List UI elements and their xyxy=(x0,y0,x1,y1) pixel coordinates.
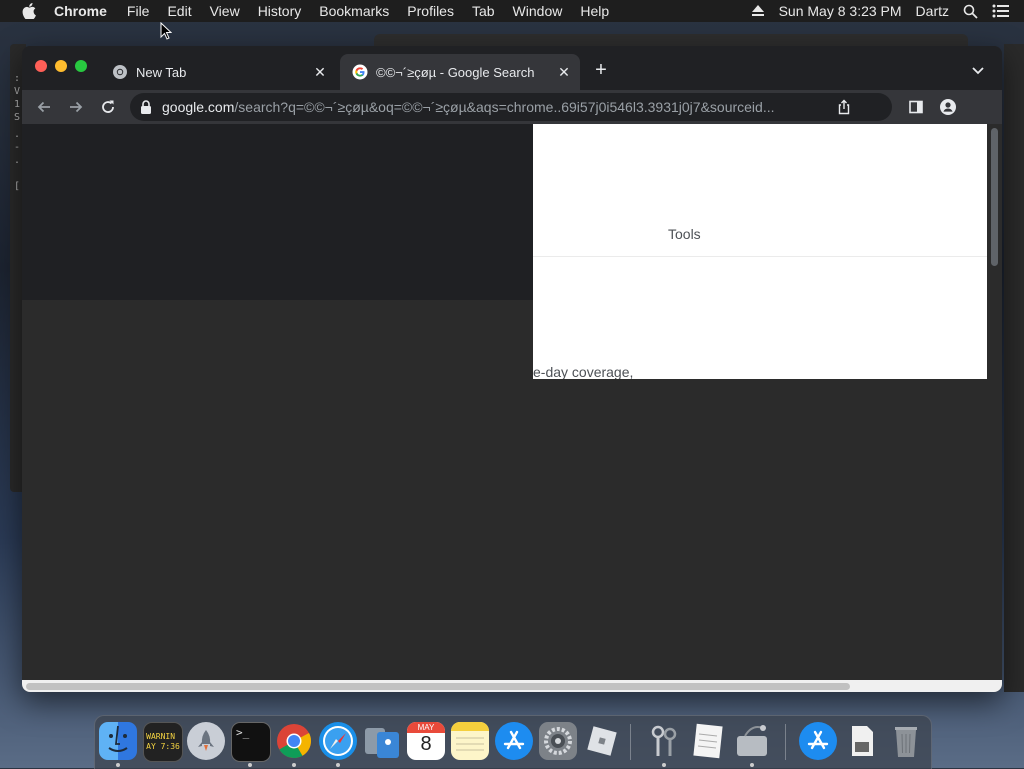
control-center-icon[interactable] xyxy=(992,4,1010,18)
tab-strip: New Tab ✕ ©©¬´≥çøµ - Google Search ✕ + xyxy=(22,46,1002,90)
address-bar[interactable]: google.com/search?q=©©¬´≥çøµ&oq=©©¬´≥çøµ… xyxy=(130,93,892,121)
calendar-month: MAY xyxy=(407,722,445,733)
terminal-line: 1 xyxy=(14,99,21,110)
app-store-downloads-icon[interactable] xyxy=(799,722,837,760)
notes-icon[interactable] xyxy=(451,722,489,760)
tab-search-chevron-icon[interactable] xyxy=(970,62,986,78)
menu-help[interactable]: Help xyxy=(580,3,609,19)
chrome-window: New Tab ✕ ©©¬´≥çøµ - Google Search ✕ + g… xyxy=(22,46,1002,692)
google-favicon-icon xyxy=(352,64,368,80)
forward-arrow-icon[interactable] xyxy=(66,97,86,117)
page-content: Tools e-day coverage, xyxy=(22,124,1002,692)
lock-icon[interactable] xyxy=(140,100,154,114)
unrendered-page-region xyxy=(22,124,533,300)
new-tab-button[interactable]: + xyxy=(590,60,612,80)
finder-icon[interactable] xyxy=(99,722,137,760)
app-store-icon[interactable] xyxy=(495,722,533,760)
terminal-line: - xyxy=(14,142,21,153)
horizontal-scrollbar-thumb[interactable] xyxy=(26,683,850,690)
chrome-favicon-icon xyxy=(112,64,128,80)
system-preferences-icon[interactable] xyxy=(539,722,577,760)
share-icon[interactable] xyxy=(836,99,852,115)
running-indicator xyxy=(292,763,296,767)
terminal-line: : xyxy=(14,73,21,84)
search-results-panel: Tools e-day coverage, xyxy=(533,124,987,379)
window-close-button[interactable] xyxy=(35,60,47,72)
calendar-day: 8 xyxy=(420,733,432,755)
tab-new-tab[interactable]: New Tab ✕ xyxy=(100,54,336,90)
launchpad-icon[interactable] xyxy=(187,722,225,760)
menu-window[interactable]: Window xyxy=(513,3,563,19)
dock: WARNIN AY 7:36 >_ MAY 8 xyxy=(94,715,932,769)
tab-label: New Tab xyxy=(136,64,187,80)
tab-close-icon[interactable]: ✕ xyxy=(556,64,572,80)
window-minimize-button[interactable] xyxy=(55,60,67,72)
migration-icon[interactable] xyxy=(363,722,401,760)
url-text[interactable]: google.com/search?q=©©¬´≥çøµ&oq=©©¬´≥çøµ… xyxy=(162,99,822,115)
window-maximize-button[interactable] xyxy=(75,60,87,72)
tab-label: ©©¬´≥çøµ - Google Search xyxy=(376,64,535,80)
url-host: google.com xyxy=(162,99,235,115)
menubar-clock[interactable]: Sun May 8 3:23 PM xyxy=(779,3,902,19)
tools-button[interactable]: Tools xyxy=(668,226,701,242)
menu-app-name[interactable]: Chrome xyxy=(54,3,107,19)
reload-icon[interactable] xyxy=(98,97,118,117)
safari-icon[interactable] xyxy=(319,722,357,760)
spotlight-search-icon[interactable] xyxy=(963,4,978,19)
terminal-line: V xyxy=(14,86,21,97)
console-icon[interactable]: WARNIN AY 7:36 xyxy=(143,722,183,762)
console-icon-text: WARNIN AY 7:36 xyxy=(146,732,180,751)
tab-close-icon[interactable]: ✕ xyxy=(312,64,328,80)
back-arrow-icon[interactable] xyxy=(34,97,54,117)
terminal-icon[interactable]: >_ xyxy=(231,722,271,762)
terminal-line: . xyxy=(14,155,21,166)
background-window-edge[interactable] xyxy=(1004,44,1024,692)
running-indicator xyxy=(248,763,252,767)
dock-separator xyxy=(785,724,786,760)
dock-separator xyxy=(630,724,631,760)
terminal-line: [ xyxy=(14,181,21,192)
menu-bookmarks[interactable]: Bookmarks xyxy=(319,3,389,19)
tab-google-search[interactable]: ©©¬´≥çøµ - Google Search ✕ xyxy=(340,54,580,90)
menu-history[interactable]: History xyxy=(258,3,302,19)
running-indicator xyxy=(750,763,754,767)
menu-tab[interactable]: Tab xyxy=(472,3,495,19)
roblox-icon[interactable] xyxy=(583,722,621,760)
mouse-cursor-icon xyxy=(160,22,172,40)
running-indicator xyxy=(116,763,120,767)
chrome-icon[interactable] xyxy=(275,722,313,760)
trash-icon[interactable] xyxy=(887,722,925,760)
side-panel-icon[interactable] xyxy=(908,99,924,115)
apple-menu-icon[interactable] xyxy=(20,3,38,19)
menu-file[interactable]: File xyxy=(127,3,150,19)
running-indicator xyxy=(336,763,340,767)
keychain-icon[interactable] xyxy=(645,722,683,760)
menu-edit[interactable]: Edit xyxy=(167,3,191,19)
disk-utility-icon[interactable] xyxy=(733,722,771,760)
menu-view[interactable]: View xyxy=(210,3,240,19)
calendar-icon[interactable]: MAY 8 xyxy=(407,722,445,760)
terminal-prompt-glyph: >_ xyxy=(236,726,250,739)
running-indicator xyxy=(662,763,666,767)
menubar-user[interactable]: Dartz xyxy=(916,3,949,19)
vertical-scrollbar-thumb[interactable] xyxy=(991,128,998,266)
file-icon[interactable] xyxy=(843,722,881,760)
eject-icon[interactable] xyxy=(751,5,765,17)
browser-toolbar: google.com/search?q=©©¬´≥çøµ&oq=©©¬´≥çøµ… xyxy=(22,90,1002,124)
menu-profiles[interactable]: Profiles xyxy=(407,3,454,19)
results-divider xyxy=(533,256,987,257)
profile-avatar-icon[interactable] xyxy=(940,99,956,115)
url-path: /search?q=©©¬´≥çøµ&oq=©©¬´≥çøµ&aqs=chrom… xyxy=(234,99,775,115)
terminal-line: S xyxy=(14,112,21,123)
textedit-icon[interactable] xyxy=(689,722,727,760)
result-snippet: e-day coverage, xyxy=(533,364,634,379)
menu-bar: Chrome File Edit View History Bookmarks … xyxy=(0,0,1024,22)
terminal-line: . xyxy=(14,129,21,140)
